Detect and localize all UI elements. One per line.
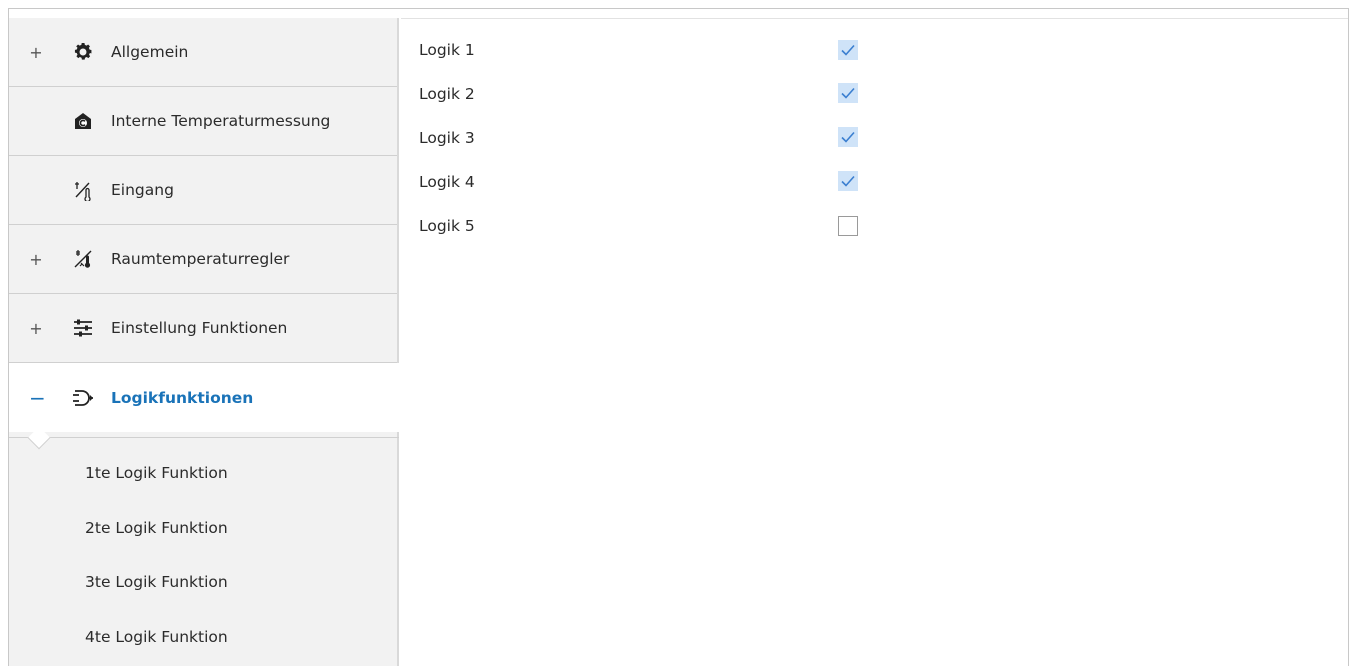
logic-row-label: Logik 5	[419, 217, 475, 235]
sliders-icon	[71, 316, 95, 340]
sidebar-subitem[interactable]: 2te Logik Funktion	[9, 501, 399, 556]
logic-row-label: Logik 2	[419, 85, 475, 103]
sidebar-subitem[interactable]: 3te Logik Funktion	[9, 555, 399, 610]
sidebar-item-logikfunktionen[interactable]: − Logikfunktionen	[9, 363, 399, 432]
logic-5-checkbox[interactable]	[838, 216, 858, 236]
logic-2-checkbox[interactable]	[838, 83, 858, 103]
expand-icon[interactable]: +	[29, 250, 43, 269]
logic-row-label: Logik 1	[419, 41, 475, 59]
sidebar-item-label: Einstellung Funktionen	[111, 319, 288, 337]
sidebar-item-eingang[interactable]: Eingang	[9, 156, 397, 225]
sidebar-item-label: Allgemein	[111, 43, 189, 61]
expand-icon[interactable]: +	[29, 43, 43, 62]
logic-gate-icon	[71, 386, 95, 410]
sidebar-item-label: Interne Temperaturmessung	[111, 112, 331, 130]
checkmark-icon	[841, 44, 855, 56]
sidebar-subitem[interactable]: 1te Logik Funktion	[9, 446, 399, 501]
submenu: 1te Logik Funktion 2te Logik Funktion 3t…	[9, 446, 399, 664]
logic-row-label: Logik 3	[419, 129, 475, 147]
checkmark-icon	[841, 131, 855, 143]
sidebar-item-label: Raumtemperaturregler	[111, 250, 290, 268]
checkmark-icon	[841, 87, 855, 99]
sidebar-item-label: Eingang	[111, 181, 174, 199]
sidebar: + Allgemein Interne Temperaturmessung Ei…	[9, 18, 399, 666]
sidebar-subitem[interactable]: 4te Logik Funktion	[9, 610, 399, 665]
expand-icon[interactable]: +	[29, 319, 43, 338]
sidebar-item-raumtemperaturregler[interactable]: + Raumtemperaturregler	[9, 225, 397, 294]
sidebar-item-label: Logikfunktionen	[111, 388, 254, 407]
collapse-icon[interactable]: −	[29, 386, 46, 410]
logic-3-checkbox[interactable]	[838, 127, 858, 147]
logic-1-checkbox[interactable]	[838, 40, 858, 60]
logic-4-checkbox[interactable]	[838, 171, 858, 191]
divider	[9, 437, 399, 438]
house-c-icon	[71, 109, 95, 133]
checkmark-icon	[841, 175, 855, 187]
thermostat-icon	[71, 247, 95, 271]
sidebar-item-einstellung-funktionen[interactable]: + Einstellung Funktionen	[9, 294, 397, 363]
gear-icon	[71, 40, 95, 64]
parameter-window: + Allgemein Interne Temperaturmessung Ei…	[8, 8, 1349, 666]
input-sensor-icon	[71, 178, 95, 202]
sidebar-item-allgemein[interactable]: + Allgemein	[9, 18, 397, 87]
logic-row-label: Logik 4	[419, 173, 475, 191]
sidebar-item-interne-temperaturmessung[interactable]: Interne Temperaturmessung	[9, 87, 397, 156]
main-content: Logik 1 Logik 2 Logik 3 Logik 4 Logik 5	[401, 18, 1348, 666]
